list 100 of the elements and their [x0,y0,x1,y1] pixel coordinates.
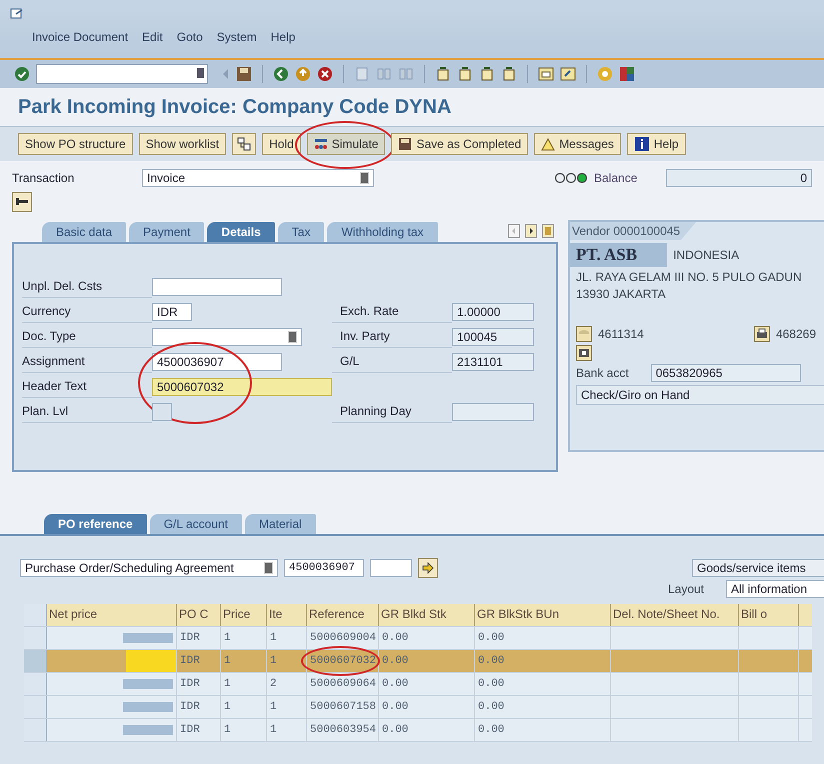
column-header[interactable]: Bill o [739,604,799,626]
vendor-street: JL. RAYA GELAM III NO. 5 PULO GADUN [576,270,803,284]
column-header[interactable]: PO C [177,604,221,626]
tab[interactable]: Basic data [42,222,126,242]
column-header[interactable]: GR Blkd Stk [379,604,475,626]
menu-item[interactable]: System [216,30,257,44]
new-window-icon[interactable] [538,66,554,82]
table-cell: IDR [180,632,200,644]
bank-icon[interactable] [576,345,592,361]
table-cell: 0.00 [382,724,408,736]
items-dropdown[interactable]: Goods/service items [692,559,824,577]
input-field[interactable]: IDR [152,302,192,320]
transaction-dropdown[interactable]: Invoice [142,169,374,187]
select-all-cell[interactable] [24,604,47,626]
warning-button[interactable]: Messages [534,133,621,155]
simulate-button[interactable]: Simulate [306,133,386,155]
table-cell: 0.00 [478,701,504,713]
tab[interactable]: G/L account [150,514,242,534]
vendor-city: 13930 JAKARTA [576,287,667,301]
table-cell: 0.00 [382,701,408,713]
table-cell: 0.00 [478,724,504,736]
tab[interactable]: Payment [129,222,204,242]
confirm-icon[interactable] [14,66,30,82]
input-field[interactable]: 4500036907 [152,352,282,370]
bank-account-field: 0653820965 [650,364,801,382]
tab-scroll-left-icon[interactable] [508,224,520,238]
exit-icon[interactable] [295,66,311,82]
column-header[interactable]: Price [221,604,267,626]
table-cell: 1 [270,701,277,713]
back-icon[interactable] [273,66,289,82]
table-cell: 5000607032 [310,655,376,667]
key-icon [15,197,29,207]
input-field: 1.00000 [452,302,534,320]
telephone-icon[interactable] [576,326,592,342]
input-field: 2131101 [452,352,534,370]
save-icon[interactable] [236,66,252,82]
page-scroll-icon[interactable] [501,66,517,82]
column-header[interactable]: Net price [47,604,177,626]
menu-item[interactable]: Help [270,30,296,44]
po-item-field[interactable] [370,559,412,577]
field-label: Bank acct [576,366,629,380]
tab[interactable]: Tax [278,222,324,242]
payment-method-field: Check/Giro on Hand [576,385,824,405]
input-field[interactable] [152,278,282,296]
field-label: Assignment [22,350,152,373]
menu-item[interactable]: Invoice Document [32,30,128,44]
info-button[interactable]: Help [626,133,686,155]
tab-scroll-right-icon[interactable] [525,224,537,238]
arrow-right-icon [422,562,434,574]
save-button[interactable]: Save as Completed [391,133,528,155]
cancel-icon[interactable] [317,66,333,82]
tab[interactable]: Material [244,514,316,534]
window-menu-icon[interactable] [10,8,24,20]
menu-item[interactable]: Goto [176,30,203,44]
field-label: Layout [668,582,704,596]
phone-number: 4611314 [598,327,644,341]
tab[interactable]: Details [207,222,275,242]
table-cell: 5000603954 [310,724,376,736]
input-field[interactable] [152,402,172,420]
column-header[interactable]: Reference [307,604,379,626]
table-cell: 0.00 [478,632,504,644]
menu-item[interactable]: Edit [142,30,163,44]
layout-dropdown[interactable]: All information [726,580,824,598]
page-scroll-icon[interactable] [479,66,495,82]
fax-icon[interactable] [754,326,770,342]
column-header[interactable]: Ite [267,604,307,626]
table-cell: IDR [180,701,200,713]
layout-icon[interactable] [619,66,635,82]
toolbar-button[interactable]: Show PO structure [18,133,133,155]
tab-list-icon[interactable] [542,224,554,238]
redaction-bar [123,679,173,689]
field-label: Transaction [12,171,76,185]
tab[interactable]: PO reference [44,514,147,534]
input-field: 100045 [452,328,534,346]
shortcut-icon[interactable] [560,66,576,82]
vendor-name: PT. ASB [570,243,668,267]
po-structure-button[interactable] [232,133,256,155]
toolbar-button[interactable]: Hold [262,133,301,155]
balance-field: 0 [666,169,812,187]
go-button[interactable] [418,558,438,578]
toolbar-button[interactable]: Show worklist [138,133,226,155]
table-cell: 1 [270,632,277,644]
column-header[interactable]: GR BlkStk BUn [475,604,611,626]
input-field[interactable]: 5000607032 [152,378,332,396]
table-cell: IDR [180,724,200,736]
key-button[interactable] [12,192,32,212]
doc-type-dropdown[interactable] [152,328,302,346]
po-number-field[interactable]: 4500036907 [284,559,364,577]
reference-type-dropdown[interactable]: Purchase Order/Scheduling Agreement [20,559,278,577]
page-scroll-icon[interactable] [457,66,473,82]
redaction-bar [126,650,176,672]
hierarchy-icon [237,137,252,151]
table-cell: 1 [270,655,277,667]
table-cell: 0.00 [382,678,408,690]
tab[interactable]: Withholding tax [327,222,438,242]
table-cell: 0.00 [382,655,408,667]
table-cell: 1 [224,678,231,690]
column-header[interactable]: Del. Note/Sheet No. [611,604,739,626]
page-scroll-icon[interactable] [435,66,451,82]
command-field[interactable] [36,64,208,84]
